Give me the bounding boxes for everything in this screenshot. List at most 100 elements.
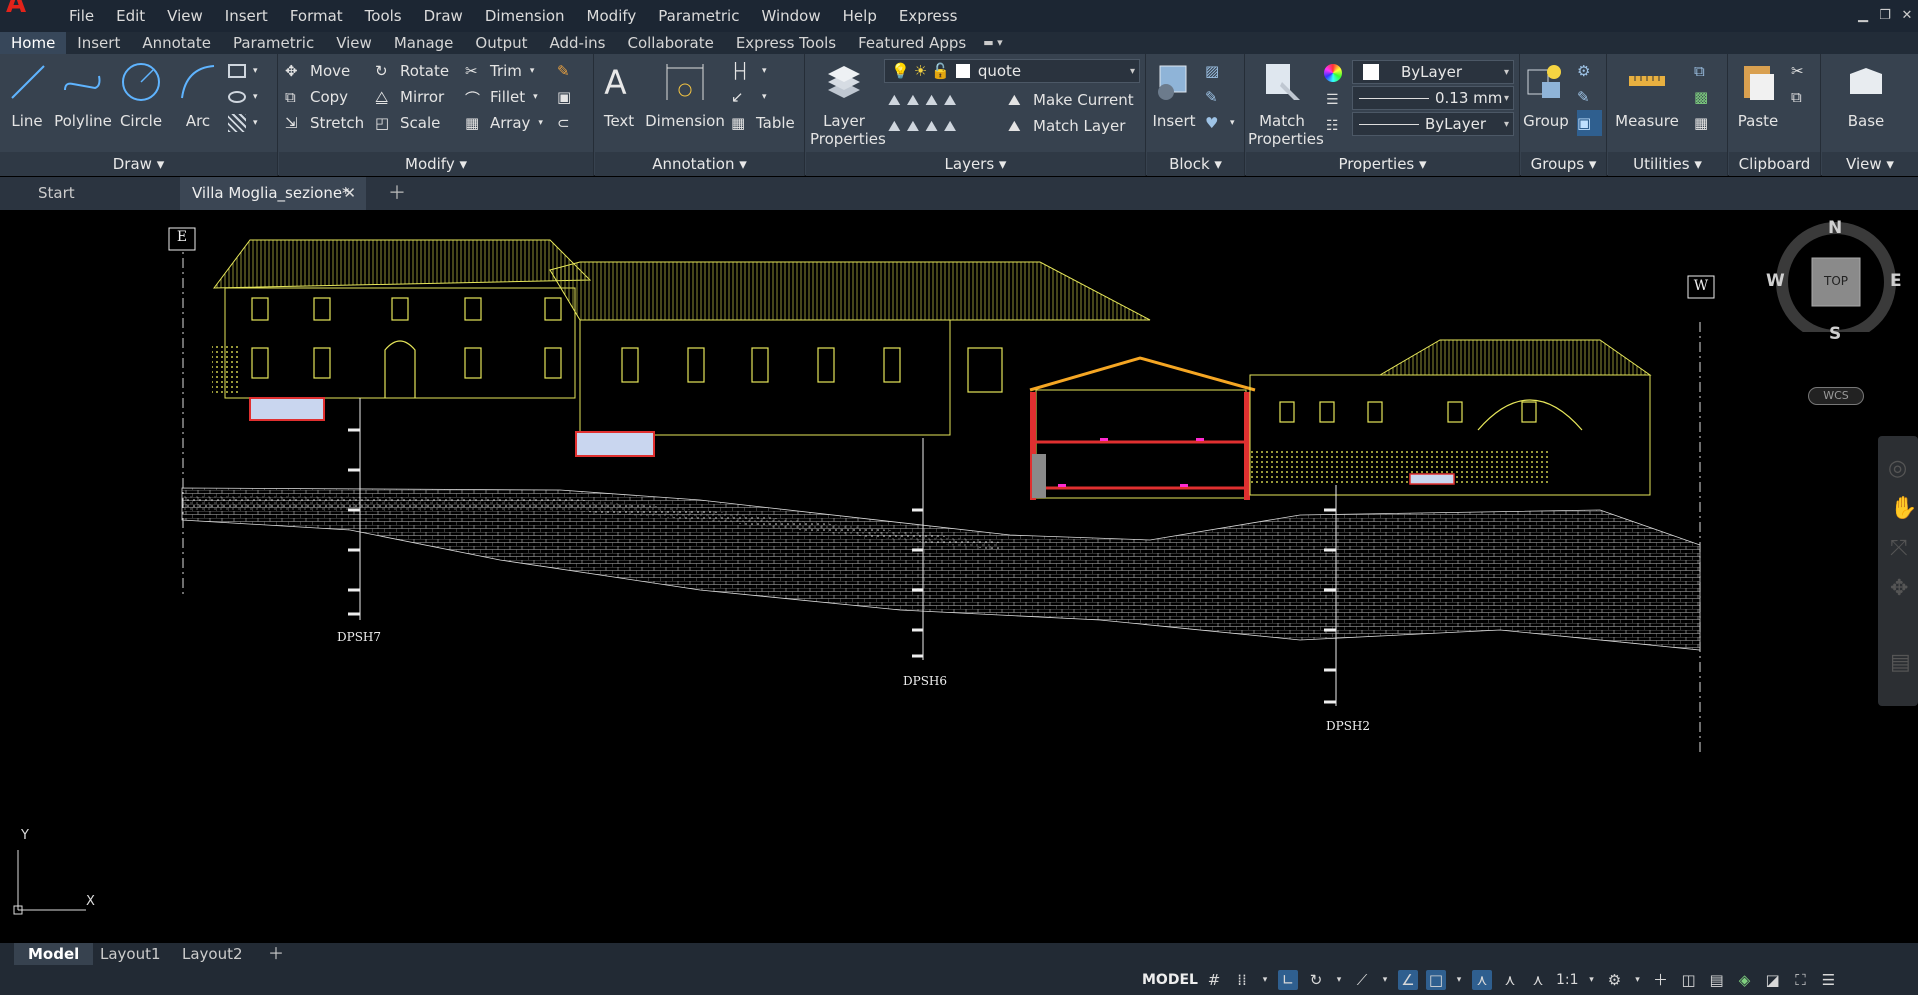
panel-layers-title[interactable]: Layers ▾ [806,152,1145,176]
linear-dim-button[interactable]: ├┤ ▾ [731,58,767,84]
object-track-icon[interactable]: ∠ [1398,970,1418,990]
hatch-button[interactable]: ▾ [228,110,258,136]
customization-icon[interactable]: ☰ [1819,970,1839,990]
minimize-icon[interactable]: ▁ [1852,0,1874,32]
panel-block-title[interactable]: Block ▾ [1147,152,1244,176]
app-logo[interactable]: A [6,0,46,17]
auto-scale-icon[interactable]: ⋏ [1500,970,1520,990]
menu-insert[interactable]: Insert [214,0,279,32]
insert-button[interactable]: Insert [1149,60,1199,130]
base-button[interactable]: Base [1840,60,1892,130]
menu-format[interactable]: Format [279,0,354,32]
menu-window[interactable]: Window [750,0,831,32]
trim-button[interactable]: ✂ Trim ▾ [465,58,534,84]
dimension-button[interactable]: Dimension [645,60,725,130]
tab-insert[interactable]: Insert [66,32,131,54]
panel-groups-title[interactable]: Groups ▾ [1521,152,1606,176]
menu-tools[interactable]: Tools [354,0,413,32]
osnap-dropdown-icon[interactable]: ▾ [1454,970,1464,990]
layout-tab-layout2[interactable]: Layout2 [168,943,257,965]
wcs-menu[interactable]: WCS [1808,387,1864,405]
units-icon[interactable]: ◫ [1679,970,1699,990]
annotation-scale-icon[interactable]: ⋏ [1528,970,1548,990]
layer-dropdown[interactable]: 💡 ☀ 🔓 quote ▾ [884,59,1140,83]
graphics-icon[interactable]: ◪ [1763,970,1783,990]
group-edit-button[interactable]: ✎ [1577,84,1602,110]
panel-modify-title[interactable]: Modify ▾ [279,152,593,176]
isolate-objects-icon[interactable]: ◈ [1735,970,1755,990]
orbit-icon[interactable]: ✥ [1890,576,1908,601]
quick-select-button[interactable]: ⧉ [1694,58,1719,84]
new-tab-icon[interactable]: ＋ [388,177,406,210]
color-dropdown[interactable]: ByLayer ▾ [1352,60,1514,84]
tab-featured-apps[interactable]: Featured Apps [847,32,977,54]
polar-icon[interactable]: ↻ [1306,970,1326,990]
tab-view[interactable]: View [325,32,383,54]
clean-screen-icon[interactable]: ⛶ [1791,970,1811,990]
compass-w[interactable]: W [1766,271,1785,291]
copy-button[interactable]: ⧉ Copy [285,84,348,110]
menu-draw[interactable]: Draw [413,0,474,32]
panel-draw-title[interactable]: Draw ▾ [0,152,277,176]
paste-button[interactable]: Paste [1733,60,1783,130]
offset-button[interactable]: ⊂ [557,110,582,136]
close-tab-icon[interactable]: ✕ [343,177,356,210]
ribbon-options-icon[interactable]: ▬ ▾ [983,32,1002,54]
pan-icon[interactable]: ✋ [1890,496,1917,521]
create-block-button[interactable]: ▨ [1205,58,1230,84]
edit-block-button[interactable]: ✎ [1205,84,1230,110]
zoom-icon[interactable]: ⤧ [1890,536,1908,561]
copy-clip-button[interactable]: ⧉ [1791,84,1816,110]
scale-button[interactable]: ◰ Scale [375,110,440,136]
menu-parametric[interactable]: Parametric [647,0,750,32]
hardware-acceleration-icon[interactable]: ▤ [1707,970,1727,990]
annotation-monitor-icon[interactable]: ＋ [1651,970,1671,990]
line-button[interactable]: Line [6,60,48,130]
menu-file[interactable]: File [58,0,105,32]
grid-icon[interactable]: # [1204,970,1224,990]
layer-properties-button[interactable]: Layer Properties [810,60,886,148]
menu-express[interactable]: Express [888,0,969,32]
steering-wheel-icon[interactable]: ◎ [1888,456,1907,481]
tab-annotate[interactable]: Annotate [131,32,222,54]
model-space-button[interactable]: MODEL [1142,965,1198,995]
cut-button[interactable]: ✂ [1791,58,1816,84]
match-properties-button[interactable]: Match Properties [1248,60,1324,148]
mirror-button[interactable]: ⧋ Mirror [375,84,444,110]
make-current-button[interactable]: ⛰ Make Current [1008,87,1134,113]
rotate-button[interactable]: ↻ Rotate [375,58,449,84]
table-button[interactable]: ▦ Table [731,110,795,136]
tab-output[interactable]: Output [464,32,538,54]
select-all-button[interactable]: ▩ [1694,84,1719,110]
layer-tools-row2[interactable]: ⛰⛰⛰⛰ [888,113,962,139]
layer-tools-row1[interactable]: ⛰⛰⛰⛰ [888,87,962,113]
osnap-tracking-icon[interactable]: ▾ [1380,970,1390,990]
menu-view[interactable]: View [156,0,214,32]
viewcube-top-face[interactable]: TOP [1816,274,1856,288]
compass-e[interactable]: E [1890,271,1902,291]
tab-home[interactable]: Home [0,32,67,54]
explode-button[interactable]: ▣ [557,84,582,110]
compass-s[interactable]: S [1829,324,1841,344]
panel-clipboard-title[interactable]: Clipboard [1729,152,1820,176]
erase-button[interactable]: ✎ [557,58,582,84]
compass-n[interactable]: N [1828,218,1842,238]
tab-add-ins[interactable]: Add-ins [539,32,617,54]
menu-modify[interactable]: Modify [576,0,648,32]
tab-express-tools[interactable]: Express Tools [725,32,847,54]
panel-view-title[interactable]: View ▾ [1822,152,1918,176]
viewcube[interactable]: N S E W TOP [1766,218,1902,344]
edit-attributes-button[interactable]: ♥ ▾ [1205,110,1235,136]
polyline-button[interactable]: Polyline [52,60,114,130]
scale-dropdown-icon[interactable]: ▾ [1587,970,1597,990]
workspace-gear-icon[interactable]: ⚙ [1605,970,1625,990]
group-select-toggle[interactable]: ▣ [1577,110,1602,136]
measure-button[interactable]: Measure [1614,60,1680,130]
group-button[interactable]: Group [1523,60,1569,130]
annotation-scale-value[interactable]: 1:1 [1556,970,1579,990]
menu-dimension[interactable]: Dimension [474,0,576,32]
array-button[interactable]: ▦ Array ▾ [465,110,543,136]
ungroup-button[interactable]: ⚙ [1577,58,1602,84]
drawing-canvas[interactable]: E W DPSH7 DPSH6 DPSH2 N S E W TOP WCS ◎ … [0,210,1918,943]
rectangle-button[interactable]: ▾ [228,58,258,84]
